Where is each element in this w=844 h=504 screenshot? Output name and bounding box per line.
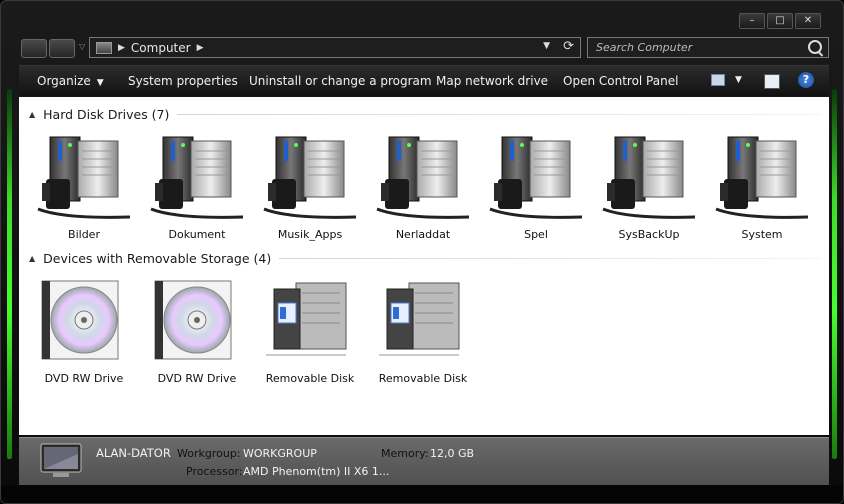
view-options-dropdown-icon[interactable]: ▼ [735, 75, 742, 85]
system-properties-button[interactable]: System properties [128, 74, 238, 88]
hard-drive-icon [147, 131, 247, 227]
hdd-item[interactable]: Dokument [147, 131, 247, 243]
details-pane: ALAN-DATOR Workgroup: WORKGROUP Memory: … [19, 437, 829, 486]
file-view: ▲ Hard Disk Drives (7) Bilder Dokument M… [19, 97, 829, 435]
computer-icon [96, 41, 112, 54]
item-label: DVD RW Drive [44, 372, 124, 385]
computer-name: ALAN-DATOR [96, 446, 171, 460]
computer-thumbnail-icon [40, 443, 82, 477]
group-header-removable[interactable]: ▲ Devices with Removable Storage (4) [29, 249, 821, 267]
item-label: Spel [524, 228, 548, 241]
minimize-button[interactable]: – [739, 13, 765, 29]
command-bar: Organize ▼ System properties Uninstall or… [19, 65, 829, 96]
group-divider [279, 257, 821, 259]
hdd-item[interactable]: Bilder [34, 131, 134, 243]
search-placeholder: Search Computer [596, 41, 693, 54]
hard-drive-icon [712, 131, 812, 227]
recent-pages-dropdown-icon[interactable]: ▽ [79, 42, 85, 51]
hdd-item[interactable]: System [712, 131, 812, 243]
organize-menu[interactable]: Organize ▼ [37, 74, 104, 88]
group-title: Hard Disk Drives (7) [43, 106, 170, 122]
search-input[interactable]: Search Computer [587, 37, 829, 58]
item-label: Removable Disk [378, 372, 468, 385]
item-label: Removable Disk [265, 372, 355, 385]
search-icon[interactable] [808, 40, 822, 54]
hdd-item[interactable]: Musik_Apps [260, 131, 360, 243]
workgroup-value: WORKGROUP [243, 447, 317, 460]
group-divider [177, 113, 821, 115]
item-label: Musik_Apps [277, 228, 343, 241]
removable-disk-icon [373, 275, 473, 371]
group-header-hard-disks[interactable]: ▲ Hard Disk Drives (7) [29, 105, 821, 123]
item-label: Dokument [168, 228, 226, 241]
explorer-window: – □ ✕ ▽ ▶ Computer ▶ ▼ ⟳ Search Computer… [0, 0, 844, 504]
refresh-icon[interactable]: ⟳ [563, 39, 574, 54]
removable-item[interactable]: Removable Disk [260, 275, 360, 387]
address-history-dropdown-icon[interactable]: ▼ [543, 41, 550, 51]
memory-label: Memory: [381, 447, 429, 460]
right-glow-accent [832, 89, 837, 459]
removable-disk-icon [260, 275, 360, 371]
window-bottom-frame [1, 485, 843, 503]
uninstall-program-button[interactable]: Uninstall or change a program [249, 74, 432, 88]
hard-drive-icon [260, 131, 360, 227]
collapse-triangle-icon[interactable]: ▲ [29, 254, 35, 263]
hard-drive-icon [373, 131, 473, 227]
open-control-panel-button[interactable]: Open Control Panel [563, 74, 678, 88]
group-title: Devices with Removable Storage (4) [43, 250, 272, 266]
chevron-down-icon: ▼ [96, 78, 104, 88]
workgroup-label: Workgroup: [177, 447, 241, 460]
collapse-triangle-icon[interactable]: ▲ [29, 110, 35, 119]
map-network-drive-button[interactable]: Map network drive [436, 74, 548, 88]
dvd-drive-icon [34, 275, 134, 371]
removable-item[interactable]: DVD RW Drive [147, 275, 247, 387]
breadcrumb-chevron-icon[interactable]: ▶ [118, 43, 125, 53]
navigation-bar: ▽ ▶ Computer ▶ ▼ ⟳ Search Computer [19, 35, 829, 61]
breadcrumb-chevron-icon[interactable]: ▶ [197, 43, 204, 53]
dvd-drive-icon [147, 275, 247, 371]
breadcrumb-computer[interactable]: Computer [131, 41, 191, 55]
processor-value: AMD Phenom(tm) II X6 1... [243, 465, 390, 478]
left-glow-accent [7, 89, 12, 459]
removable-item[interactable]: DVD RW Drive [34, 275, 134, 387]
item-label: Bilder [68, 228, 100, 241]
hard-drive-icon [486, 131, 586, 227]
caption-buttons: – □ ✕ [739, 13, 821, 29]
maximize-button[interactable]: □ [767, 13, 793, 29]
organize-label: Organize [37, 74, 91, 88]
item-label: Nerladdat [395, 228, 451, 241]
hdd-item[interactable]: SysBackUp [599, 131, 699, 243]
forward-button[interactable] [49, 39, 75, 58]
back-button[interactable] [21, 39, 47, 58]
hard-drive-icon [34, 131, 134, 227]
address-bar[interactable]: ▶ Computer ▶ ▼ ⟳ [89, 37, 581, 58]
hdd-item[interactable]: Nerladdat [373, 131, 473, 243]
change-view-icon[interactable] [711, 74, 725, 86]
item-label: System [741, 228, 783, 241]
memory-value: 12,0 GB [430, 447, 475, 460]
preview-pane-icon[interactable] [764, 74, 780, 89]
item-label: SysBackUp [618, 228, 680, 241]
hdd-item[interactable]: Spel [486, 131, 586, 243]
processor-label: Processor: [186, 465, 243, 478]
hard-drive-icon [599, 131, 699, 227]
item-label: DVD RW Drive [157, 372, 237, 385]
close-button[interactable]: ✕ [795, 13, 821, 29]
help-icon[interactable]: ? [798, 72, 814, 88]
removable-item[interactable]: Removable Disk [373, 275, 473, 387]
